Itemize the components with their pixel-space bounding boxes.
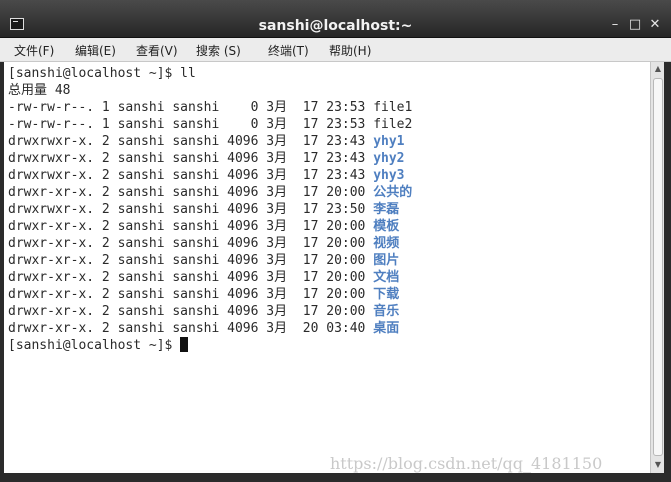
listing-row: drwxr-xr-x. 2 sanshi sanshi 4096 3月 17 2…	[8, 269, 412, 286]
directory-name: 文档	[373, 270, 400, 285]
listing-row: -rw-rw-r--. 1 sanshi sanshi 0 3月 17 23:5…	[8, 116, 412, 133]
menu-file[interactable]: 文件(F)	[14, 42, 54, 59]
file-meta: -rw-rw-r--. 1 sanshi sanshi 0 3月 17 23:5…	[8, 117, 374, 132]
listing-row: drwxr-xr-x. 2 sanshi sanshi 4096 3月 20 0…	[8, 320, 412, 337]
title-bar[interactable]: sanshi@localhost:~ – □ ✕	[0, 0, 671, 38]
menu-help[interactable]: 帮助(H)	[329, 42, 371, 59]
text-cursor	[180, 337, 189, 352]
menu-edit[interactable]: 编辑(E)	[75, 42, 116, 59]
directory-name: 模板	[373, 219, 400, 234]
directory-name: 视频	[373, 236, 400, 251]
file-meta: drwxr-xr-x. 2 sanshi sanshi 4096 3月 17 2…	[8, 287, 374, 302]
window-title: sanshi@localhost:~	[258, 18, 413, 34]
directory-name: 图片	[373, 253, 400, 268]
file-meta: drwxrwxr-x. 2 sanshi sanshi 4096 3月 17 2…	[8, 151, 374, 166]
listing-row: drwxr-xr-x. 2 sanshi sanshi 4096 3月 17 2…	[8, 286, 412, 303]
listing-row: drwxrwxr-x. 2 sanshi sanshi 4096 3月 17 2…	[8, 150, 412, 167]
file-meta: drwxr-xr-x. 2 sanshi sanshi 4096 3月 17 2…	[8, 219, 374, 234]
listing-row: drwxrwxr-x. 2 sanshi sanshi 4096 3月 17 2…	[8, 167, 412, 184]
maximize-button[interactable]: □	[627, 18, 643, 32]
file-meta: drwxr-xr-x. 2 sanshi sanshi 4096 3月 17 2…	[8, 185, 374, 200]
scrollbar-thumb[interactable]	[653, 78, 663, 456]
file-meta: drwxr-xr-x. 2 sanshi sanshi 4096 3月 17 2…	[8, 253, 374, 268]
directory-name: yhy2	[373, 151, 405, 166]
listing-row: drwxr-xr-x. 2 sanshi sanshi 4096 3月 17 2…	[8, 252, 412, 269]
file-meta: drwxr-xr-x. 2 sanshi sanshi 4096 3月 17 2…	[8, 236, 374, 251]
watermark: https://blog.csdn.net/qq_4181150	[330, 454, 603, 473]
file-meta: -rw-rw-r--. 1 sanshi sanshi 0 3月 17 23:5…	[8, 100, 374, 115]
terminal-output[interactable]: [sanshi@localhost ~]$ ll 总用量 48 -rw-rw-r…	[4, 62, 650, 473]
menu-search[interactable]: 搜索 (S)	[196, 42, 241, 59]
directory-name: 公共的	[373, 185, 413, 200]
close-button[interactable]: ✕	[647, 18, 663, 32]
listing-row: drwxrwxr-x. 2 sanshi sanshi 4096 3月 17 2…	[8, 201, 412, 218]
menu-bar: 文件(F) 编辑(E) 查看(V) 搜索 (S) 终端(T) 帮助(H)	[0, 38, 671, 62]
directory-name: 李磊	[373, 202, 400, 217]
prompt-line: [sanshi@localhost ~]$	[8, 337, 412, 354]
terminal-lines: [sanshi@localhost ~]$ ll 总用量 48 -rw-rw-r…	[8, 65, 412, 354]
listing-row: drwxr-xr-x. 2 sanshi sanshi 4096 3月 17 2…	[8, 184, 412, 201]
listing-row: -rw-rw-r--. 1 sanshi sanshi 0 3月 17 23:5…	[8, 99, 412, 116]
file-meta: drwxr-xr-x. 2 sanshi sanshi 4096 3月 17 2…	[8, 270, 374, 285]
directory-name: yhy1	[373, 134, 405, 149]
directory-name: yhy3	[373, 168, 405, 183]
window-border	[664, 62, 671, 482]
window-border-bottom	[0, 473, 671, 482]
command-line: [sanshi@localhost ~]$ ll	[8, 66, 196, 81]
prompt-text: [sanshi@localhost ~]$	[8, 338, 173, 353]
file-meta: drwxrwxr-x. 2 sanshi sanshi 4096 3月 17 2…	[8, 202, 374, 217]
file-name: file2	[373, 117, 413, 132]
directory-name: 下载	[373, 287, 400, 302]
total-line: 总用量 48	[8, 83, 71, 98]
listing-row: drwxr-xr-x. 2 sanshi sanshi 4096 3月 17 2…	[8, 235, 412, 252]
directory-name: 桌面	[373, 321, 400, 336]
file-meta: drwxr-xr-x. 2 sanshi sanshi 4096 3月 17 2…	[8, 304, 374, 319]
minimize-button[interactable]: –	[607, 18, 623, 32]
listing-row: drwxr-xr-x. 2 sanshi sanshi 4096 3月 17 2…	[8, 218, 412, 235]
directory-name: 音乐	[373, 304, 400, 319]
scrollbar[interactable]: ▲ ▼	[650, 62, 664, 473]
file-meta: drwxrwxr-x. 2 sanshi sanshi 4096 3月 17 2…	[8, 168, 374, 183]
file-meta: drwxr-xr-x. 2 sanshi sanshi 4096 3月 20 0…	[8, 321, 374, 336]
listing-row: drwxr-xr-x. 2 sanshi sanshi 4096 3月 17 2…	[8, 303, 412, 320]
listing: -rw-rw-r--. 1 sanshi sanshi 0 3月 17 23:5…	[8, 99, 412, 337]
scroll-down-icon[interactable]: ▼	[653, 460, 663, 470]
file-meta: drwxrwxr-x. 2 sanshi sanshi 4096 3月 17 2…	[8, 134, 374, 149]
menu-terminal[interactable]: 终端(T)	[268, 42, 309, 59]
scroll-up-icon[interactable]: ▲	[653, 64, 663, 74]
listing-row: drwxrwxr-x. 2 sanshi sanshi 4096 3月 17 2…	[8, 133, 412, 150]
terminal-window: sanshi@localhost:~ – □ ✕ 文件(F) 编辑(E) 查看(…	[0, 0, 671, 482]
file-name: file1	[373, 100, 413, 115]
menu-view[interactable]: 查看(V)	[136, 42, 178, 59]
